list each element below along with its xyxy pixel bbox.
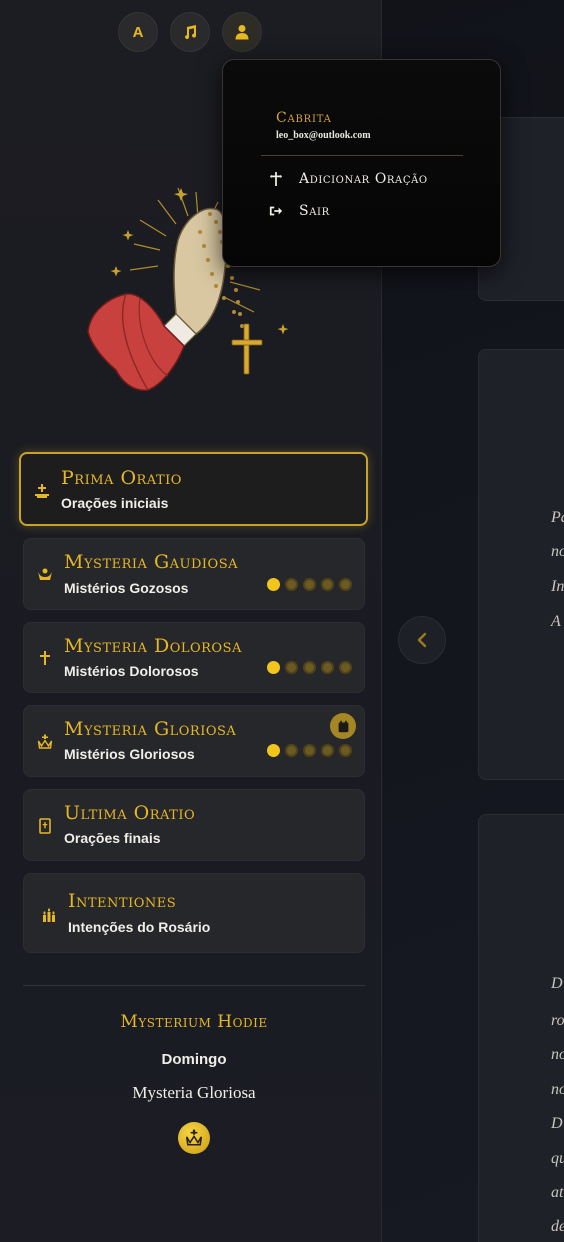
nav-card-title: Prima Oratio [61,467,182,489]
font-size-button[interactable]: A [118,12,158,52]
user-icon [235,25,249,40]
candles-icon [40,906,58,924]
font-button-label: A [132,23,144,41]
nav-card-subtitle: Orações iniciais [61,495,169,511]
nav-card-title: Mysteria Dolorosa [64,635,242,657]
progress-dot [267,744,280,757]
chevron-left-icon [417,632,427,648]
menu-divider [261,155,463,156]
nav-card-subtitle: Orações finais [64,830,161,846]
prayer-text-line: qu [551,1150,564,1167]
prayer-panel-2 [478,349,564,780]
angel-icon [36,566,54,584]
user-email: leo_box@outlook.com [276,130,371,141]
cross-plus-icon [269,172,283,186]
today-mystery-button[interactable] [178,1122,210,1154]
book-icon [36,817,54,835]
progress-dot [303,578,316,591]
menu-item-label: Adicionar Oração [299,171,428,187]
progress-dot [303,661,316,674]
user-menu-button[interactable] [222,12,262,52]
progress-dot [339,744,352,757]
prayer-text-line: at [551,1184,564,1201]
progress-dot [321,661,334,674]
today-badge [330,713,356,739]
progress-dot [267,578,280,591]
prayer-text-line: D [551,975,563,992]
nav-card-subtitle: Mistérios Gloriosos [64,746,195,762]
progress-dot [321,578,334,591]
calendar-icon [338,720,348,732]
nav-card-title: Mysteria Gaudiosa [64,551,238,573]
prayer-text-line: no [551,1081,564,1098]
prayer-text-line: A [551,613,561,630]
progress-dot [303,744,316,757]
nav-card-subtitle: Intenções do Rosário [68,919,211,935]
nav-card-title: Ultima Oratio [64,802,196,824]
progress-dot [339,578,352,591]
prayer-text-line: no [551,543,564,560]
menu-item-label: Sair [299,203,330,219]
nav-card-mysteria-gloriosa[interactable]: Mysteria Gloriosa Mistérios Gloriosos [23,705,365,777]
prayer-text-line: Pa [551,509,564,526]
today-day-label: Domingo [161,1051,227,1068]
altar-cross-icon [33,482,51,500]
prayer-text-line: D [551,1115,563,1132]
progress-dot [339,661,352,674]
sign-out-icon [269,206,283,216]
previous-button[interactable] [398,616,446,664]
prayer-text-line: In [551,578,564,595]
progress-dots [267,578,352,591]
prayer-text-line: no [551,1046,564,1063]
music-button[interactable] [170,12,210,52]
nav-card-ultima-oratio[interactable]: Ultima Oratio Orações finais [23,789,365,861]
cross-icon [36,649,54,667]
today-mystery-name: Mysteria Gloriosa [132,1083,256,1102]
progress-dot [285,578,298,591]
nav-card-subtitle: Mistérios Dolorosos [64,663,199,679]
nav-card-title: Mysteria Gloriosa [64,718,237,740]
add-prayer-menu-item[interactable]: Adicionar Oração [269,171,428,187]
nav-card-mysteria-dolorosa[interactable]: Mysteria Dolorosa Mistérios Dolorosos [23,622,365,693]
sidebar-divider [23,985,365,986]
nav-card-title: Intentiones [68,890,177,912]
progress-dot [267,661,280,674]
prayer-text-line: ro [551,1012,564,1029]
nav-card-prima-oratio[interactable]: Prima Oratio Orações iniciais [19,452,368,526]
user-menu-dropdown: Cabrita leo_box@outlook.com Adicionar Or… [222,59,501,267]
progress-dot [321,744,334,757]
logout-menu-item[interactable]: Sair [269,203,330,219]
user-name: Cabrita [276,110,332,126]
today-mystery-title: Mysterium Hodie [120,1012,268,1032]
music-note-icon [185,25,197,40]
progress-dot [285,661,298,674]
progress-dot [285,744,298,757]
crown-icon [36,733,54,751]
progress-dots [267,661,352,674]
nav-card-mysteria-gaudiosa[interactable]: Mysteria Gaudiosa Mistérios Gozosos [23,538,365,610]
crown-icon [185,1129,203,1146]
nav-card-intentiones[interactable]: Intentiones Intenções do Rosário [23,873,365,953]
prayer-text-line: de [551,1218,564,1235]
nav-card-subtitle: Mistérios Gozosos [64,580,189,596]
progress-dots [267,744,352,757]
